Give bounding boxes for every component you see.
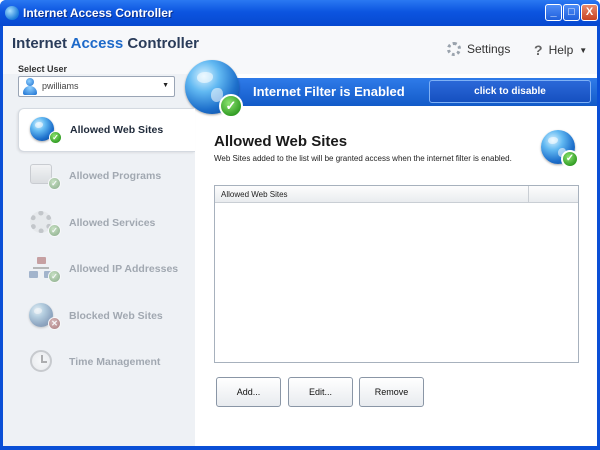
- add-button[interactable]: Add...: [216, 377, 281, 407]
- app-header: Internet Access Controller Settings ? He…: [3, 26, 597, 74]
- network-icon: ✓: [27, 255, 61, 283]
- nav-allowed-web-sites[interactable]: ✓ Allowed Web Sites: [18, 108, 195, 152]
- nav-allowed-ip-addresses[interactable]: ✓ Allowed IP Addresses: [18, 247, 195, 291]
- filter-status-banner: Internet Filter is Enabled click to disa…: [233, 78, 597, 106]
- help-caret-icon: ▼: [579, 45, 588, 55]
- nav-time-management[interactable]: Time Management: [18, 340, 195, 384]
- content-globe-check-icon: ✓: [541, 130, 579, 168]
- gear-icon: ✓: [27, 209, 61, 237]
- nav-label: Allowed IP Addresses: [69, 263, 179, 275]
- help-label: Help: [548, 43, 574, 57]
- chevron-down-icon: ▼: [162, 82, 169, 89]
- window-bottom-border: [0, 446, 600, 450]
- settings-label: Settings: [467, 42, 511, 56]
- globe-check-icon: ✓: [28, 116, 62, 144]
- nav-allowed-programs[interactable]: ✓ Allowed Programs: [18, 154, 195, 198]
- page-title: Allowed Web Sites: [214, 133, 348, 150]
- disable-filter-button[interactable]: click to disable: [429, 80, 591, 103]
- nav-allowed-services[interactable]: ✓ Allowed Services: [18, 201, 195, 245]
- app-globe-icon: [5, 6, 19, 20]
- select-user-label: Select User: [18, 64, 68, 74]
- maximize-button[interactable]: □: [563, 4, 580, 21]
- globe-blocked-icon: ✕: [27, 302, 61, 330]
- help-menu[interactable]: ? Help ▼: [534, 42, 587, 58]
- selected-user: pwilliams: [42, 81, 79, 91]
- list-header: Allowed Web Sites: [215, 186, 578, 203]
- allowed-sites-list[interactable]: Allowed Web Sites: [214, 185, 579, 363]
- app-name-part1: Internet: [12, 35, 71, 52]
- nav-label: Time Management: [69, 356, 161, 368]
- user-select[interactable]: pwilliams ▼: [18, 76, 175, 97]
- edit-button[interactable]: Edit...: [288, 377, 353, 407]
- app-window: Internet Access Controller _ □ X Interne…: [0, 0, 600, 450]
- title-bar[interactable]: Internet Access Controller _ □ X: [0, 0, 600, 26]
- nav-blocked-web-sites[interactable]: ✕ Blocked Web Sites: [18, 294, 195, 338]
- app-name-part3: Controller: [123, 35, 200, 52]
- app-name-part2: Access: [70, 35, 124, 52]
- help-question-icon: ?: [534, 42, 543, 58]
- enabled-check-icon: ✓: [219, 94, 243, 118]
- settings-spinner-icon: [447, 42, 461, 56]
- nav-label: Allowed Services: [69, 217, 156, 229]
- program-window-icon: ✓: [27, 162, 61, 190]
- client-area: Internet Access Controller Settings ? He…: [3, 26, 597, 446]
- minimize-button[interactable]: _: [545, 4, 562, 21]
- settings-link[interactable]: Settings: [447, 42, 510, 56]
- close-button[interactable]: X: [581, 4, 598, 21]
- page-description: Web Sites added to the list will be gran…: [214, 154, 512, 163]
- clock-icon: [27, 348, 61, 376]
- nav-label: Allowed Programs: [69, 170, 162, 182]
- nav-label: Allowed Web Sites: [70, 124, 164, 136]
- remove-button[interactable]: Remove: [359, 377, 424, 407]
- column-header-allowed-web-sites[interactable]: Allowed Web Sites: [215, 186, 529, 203]
- filter-status-text: Internet Filter is Enabled: [253, 84, 405, 99]
- user-avatar-icon: [22, 78, 38, 95]
- app-heading: Internet Access Controller: [12, 35, 199, 52]
- nav-label: Blocked Web Sites: [69, 310, 163, 322]
- window-title: Internet Access Controller: [23, 6, 173, 20]
